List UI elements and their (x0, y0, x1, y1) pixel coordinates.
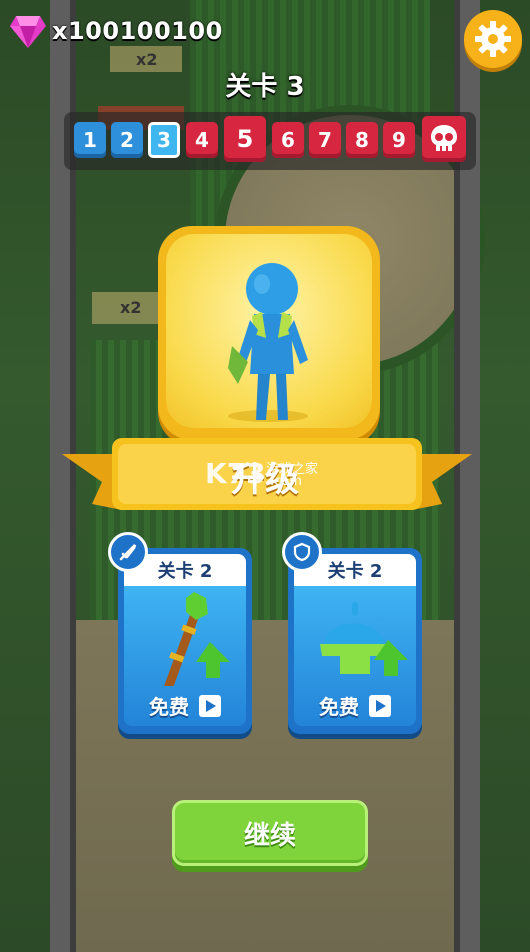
watermark-logo: K73 (205, 457, 266, 490)
gem-count: x100100100 (52, 17, 223, 45)
multiplier-label: x2 (120, 298, 142, 317)
stage-7: 7 (309, 122, 341, 158)
stage-5-milestone: 5 (224, 116, 266, 162)
free-label: 免费 (149, 695, 189, 719)
stage-9: 9 (383, 122, 415, 158)
gem-counter: x100100100 (10, 14, 223, 48)
level-progress-bar: 1 2 3 4 5 6 7 8 9 (64, 112, 476, 170)
hero-portrait-background (166, 234, 372, 428)
stage-1: 1 (74, 122, 106, 158)
settings-button[interactable] (464, 10, 522, 68)
armor-upgrade-card[interactable]: 关卡 2 免费 (288, 548, 422, 734)
stage-2: 2 (111, 122, 143, 158)
free-upgrade-button[interactable]: 免费 (288, 691, 422, 720)
hero-portrait-card (158, 226, 380, 440)
hero-character (228, 263, 308, 422)
staff-icon (163, 592, 230, 686)
stage-boss (422, 116, 466, 162)
helmet-icon (320, 602, 408, 676)
gem-icon (10, 16, 46, 48)
free-upgrade-button[interactable]: 免费 (118, 691, 252, 720)
continue-button[interactable]: 继续 (172, 800, 368, 866)
stage-3-current: 3 (148, 122, 180, 158)
stage-6: 6 (272, 122, 304, 158)
weapon-badge (108, 532, 148, 572)
armor-badge (282, 532, 322, 572)
video-ad-icon (199, 694, 221, 717)
shield-icon (293, 542, 311, 562)
level-title: 关卡 3 (225, 72, 305, 102)
video-ad-icon (369, 694, 391, 717)
free-label: 免费 (319, 695, 359, 719)
skull-icon (431, 125, 457, 151)
stage-8: 8 (346, 122, 378, 158)
watermark-domain: .com (270, 474, 302, 489)
weapon-upgrade-card[interactable]: 关卡 2 免费 (118, 548, 252, 734)
gear-icon (475, 21, 511, 57)
sword-icon (119, 544, 137, 561)
stage-4: 4 (186, 122, 218, 158)
